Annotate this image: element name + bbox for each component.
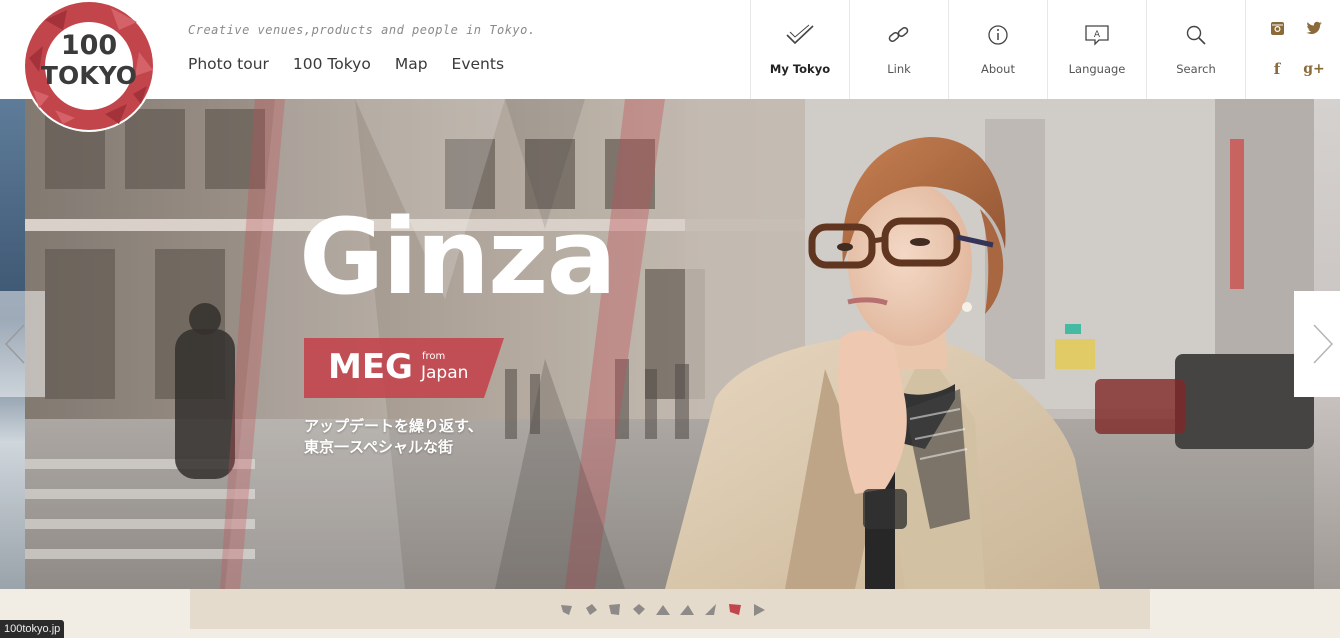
google-plus-icon[interactable]: g+ <box>1303 58 1325 80</box>
hero-subtitle-line1: アップデートを繰り返す、 <box>304 417 483 435</box>
site-logo[interactable]: 100 TOKYO <box>15 0 163 133</box>
pager-dot-6[interactable] <box>680 603 694 617</box>
hero-country: Japan <box>421 363 469 383</box>
site-tagline: Creative venues,products and people in T… <box>188 23 536 37</box>
hero-subtitle-line2: 東京一スペシャルな街 <box>304 438 453 456</box>
nav-photo-tour[interactable]: Photo tour <box>188 55 269 73</box>
about-label: About <box>980 62 1015 76</box>
my-tokyo-button[interactable]: My Tokyo <box>750 0 849 99</box>
hero-title: Ginza <box>299 196 617 318</box>
next-slide-button[interactable] <box>1294 291 1340 397</box>
language-icon: A <box>1085 25 1109 46</box>
hero-from-label: from <box>422 351 446 362</box>
twitter-icon[interactable] <box>1303 17 1325 39</box>
hero-person-name: MEG <box>328 347 413 387</box>
info-icon <box>988 25 1008 45</box>
language-label: Language <box>1068 62 1126 76</box>
check-icon <box>786 24 814 45</box>
search-icon <box>1186 25 1206 45</box>
link-icon <box>888 26 909 43</box>
chevron-left-icon <box>4 324 25 364</box>
search-button[interactable]: Search <box>1146 0 1245 99</box>
status-bar-url: 100tokyo.jp <box>0 620 65 638</box>
search-label: Search <box>1176 62 1216 76</box>
logo-line1: 100 <box>61 30 117 61</box>
page: Creative venues,products and people in T… <box>0 0 1340 638</box>
hero-slide[interactable] <box>25 99 1314 589</box>
language-button[interactable]: A Language <box>1047 0 1146 99</box>
main-nav: Photo tour 100 Tokyo Map Events <box>188 55 504 73</box>
chevron-right-icon <box>1313 324 1334 364</box>
link-button[interactable]: Link <box>849 0 948 99</box>
pager-dot-9[interactable] <box>752 603 766 617</box>
hero-photo <box>25 99 1314 589</box>
nav-100-tokyo[interactable]: 100 Tokyo <box>293 55 371 73</box>
hero-subtitle: アップデートを繰り返す、 東京一スペシャルな街 <box>304 416 483 458</box>
nav-events[interactable]: Events <box>452 55 504 73</box>
about-button[interactable]: About <box>948 0 1047 99</box>
social-links: f g+ <box>1245 0 1340 99</box>
pager-dot-7[interactable] <box>704 603 718 617</box>
previous-slide-button[interactable] <box>0 291 45 397</box>
pager-dot-3[interactable] <box>608 603 622 617</box>
logo-badge: 100 TOKYO <box>23 0 155 132</box>
pager-dot-8-active[interactable] <box>728 603 742 617</box>
site-header: Creative venues,products and people in T… <box>0 0 1340 99</box>
slide-pager <box>560 603 766 617</box>
pager-dot-1[interactable] <box>560 603 574 617</box>
svg-text:A: A <box>1094 30 1101 40</box>
facebook-icon[interactable]: f <box>1266 58 1288 80</box>
my-tokyo-label: My Tokyo <box>769 62 831 76</box>
tool-nav: My Tokyo Link About A Language Search f … <box>750 0 1340 99</box>
pager-dot-5[interactable] <box>656 603 670 617</box>
pager-dot-4[interactable] <box>632 603 646 617</box>
logo-line2: TOKYO <box>41 61 137 90</box>
instagram-icon[interactable] <box>1266 17 1288 39</box>
pager-dot-2[interactable] <box>584 603 598 617</box>
nav-map[interactable]: Map <box>395 55 428 73</box>
link-label: Link <box>887 62 911 76</box>
